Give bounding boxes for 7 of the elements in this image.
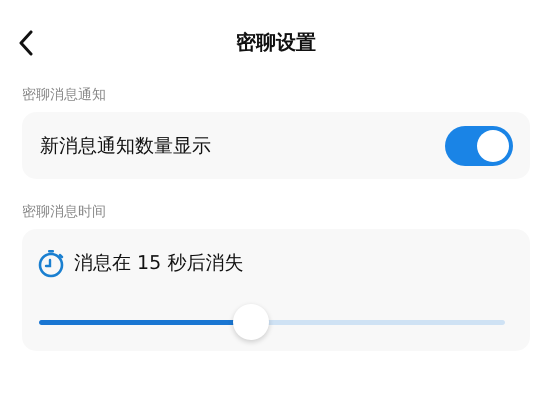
timer-label: 消息在 15 秒后消失 — [74, 251, 244, 276]
stopwatch-icon — [36, 248, 66, 278]
setting-label: 新消息通知数量显示 — [40, 134, 211, 158]
section-label: 密聊消息通知 — [22, 86, 107, 105]
page-title: 密聊设置 — [236, 28, 316, 56]
section-label: 密聊消息时间 — [22, 203, 107, 222]
toggle-switch[interactable] — [445, 126, 513, 166]
